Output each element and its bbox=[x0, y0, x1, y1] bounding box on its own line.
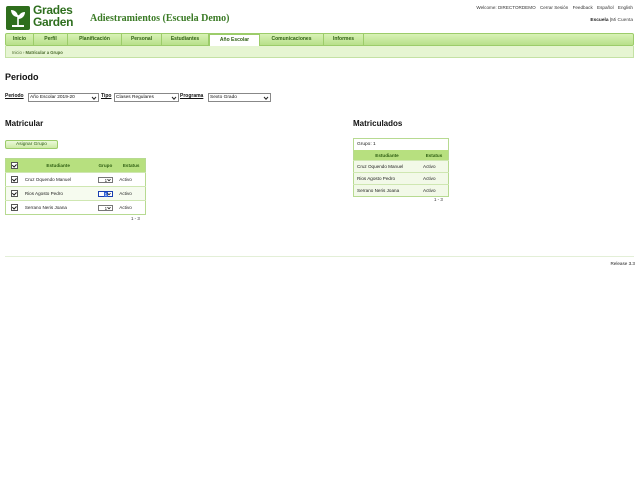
breadcrumb-separator: › bbox=[22, 50, 25, 55]
student-name: Serrano Neris Joana bbox=[353, 184, 420, 197]
table-row: Cruz Oquendo Manuel Activo bbox=[353, 160, 449, 173]
table-row: Serrano Neris Joana 1 Activo bbox=[5, 200, 146, 215]
grupo-cell: 1 bbox=[93, 186, 118, 201]
release-version: Release 3.3 bbox=[610, 261, 635, 266]
chevron-down-icon bbox=[107, 178, 112, 182]
feedback-link[interactable]: Feedback bbox=[573, 5, 593, 10]
tab-inicio[interactable]: Inicio bbox=[6, 34, 34, 45]
student-name: Cruz Oquendo Manuel bbox=[22, 172, 94, 187]
chevron-down-icon bbox=[171, 96, 177, 100]
programa-select[interactable]: Sexto Grado bbox=[208, 93, 271, 102]
table-header-row: Estudiante Grupo Estatus bbox=[5, 158, 146, 173]
programa-filter-label: Programa bbox=[180, 93, 204, 99]
role-mi-cuenta-link[interactable]: Mi Cuenta bbox=[611, 18, 633, 23]
tab-informes[interactable]: Informes bbox=[324, 34, 364, 45]
chevron-down-icon bbox=[91, 96, 97, 100]
logo-wordmark[interactable]: Grades Garden bbox=[33, 4, 74, 29]
chevron-down-icon bbox=[263, 96, 269, 100]
col-estatus[interactable]: Estatus bbox=[117, 158, 146, 173]
row-check-cell bbox=[5, 172, 23, 187]
tab-planificacion[interactable]: Planificación bbox=[68, 34, 122, 45]
role-switcher: Escuela |Mi Cuenta bbox=[590, 18, 633, 23]
chevron-down-icon bbox=[107, 206, 112, 210]
status-text: Activo bbox=[117, 200, 146, 215]
periodo-select[interactable]: Año Escolar 2019-20 bbox=[28, 93, 99, 102]
welcome-text: Welcome: DIRECTORDEMO bbox=[476, 5, 536, 10]
select-all-cell bbox=[5, 158, 23, 173]
matriculados-pagination: 1 - 3 bbox=[434, 197, 443, 202]
col-estudiante[interactable]: Estudiante bbox=[22, 158, 94, 173]
main-nav: Inicio Perfil Planificación Personal Est… bbox=[5, 33, 634, 47]
tipo-filter-label: Tipo bbox=[101, 93, 112, 99]
tipo-select-value: Clases Regulares bbox=[116, 95, 154, 100]
status-text: Activo bbox=[420, 160, 449, 173]
student-name: Serrano Neris Joana bbox=[22, 200, 94, 215]
english-link[interactable]: English bbox=[618, 5, 633, 10]
programa-select-value: Sexto Grado bbox=[210, 95, 237, 100]
row-checkbox[interactable] bbox=[10, 176, 18, 183]
row-check-cell bbox=[5, 186, 23, 201]
status-text: Activo bbox=[117, 186, 146, 201]
status-text: Activo bbox=[420, 184, 449, 197]
logout-link[interactable]: Cerrar Sesión bbox=[540, 5, 568, 10]
table-row: Serrano Neris Joana Activo bbox=[353, 184, 449, 197]
student-name: Rios Agosto Pedro bbox=[353, 172, 420, 185]
matricular-table: Estudiante Grupo Estatus Cruz Oquendo Ma… bbox=[5, 158, 146, 215]
row-check-cell bbox=[5, 200, 23, 215]
student-name: Cruz Oquendo Manuel bbox=[353, 160, 420, 173]
row-checkbox[interactable] bbox=[10, 190, 18, 197]
matricular-heading: Matricular bbox=[5, 119, 44, 128]
tipo-select[interactable]: Clases Regulares bbox=[114, 93, 179, 102]
table-row: Cruz Oquendo Manuel 1 Activo bbox=[5, 172, 146, 187]
tab-perfil[interactable]: Perfil bbox=[34, 34, 68, 45]
breadcrumb-current: Matricular a Grupo bbox=[25, 50, 63, 55]
logo-icon[interactable] bbox=[6, 6, 30, 30]
tab-estudiantes[interactable]: Estudiantes bbox=[162, 34, 209, 45]
grupo-cell: 1 bbox=[93, 200, 118, 215]
periodo-select-value: Año Escolar 2019-20 bbox=[30, 95, 75, 100]
matricular-pagination: 1 - 3 bbox=[131, 216, 140, 221]
student-name: Rios Agosto Pedro bbox=[22, 186, 94, 201]
group-label: Grupo: 1 bbox=[353, 138, 449, 150]
grupo-cell: 1 bbox=[93, 172, 118, 187]
assign-group-button[interactable]: Asignar Grupo bbox=[5, 140, 58, 149]
chevron-down-icon bbox=[107, 192, 112, 196]
group-row: Grupo: 1 bbox=[353, 138, 449, 150]
logo-line2: Garden bbox=[33, 15, 74, 29]
col-estatus[interactable]: Estatus bbox=[420, 150, 449, 161]
grupo-select[interactable]: 1 bbox=[97, 190, 113, 197]
grupo-select[interactable]: 1 bbox=[97, 176, 113, 183]
matriculados-table: Grupo: 1 Estudiante Estatus Cruz Oquendo… bbox=[353, 138, 449, 197]
tab-comunicaciones[interactable]: Comunicaciones bbox=[260, 34, 324, 45]
breadcrumb: Inicio › Matricular a Grupo bbox=[12, 50, 63, 55]
periodo-filter-label: Periodo bbox=[5, 93, 24, 99]
subnav-bar bbox=[5, 46, 634, 58]
matriculados-heading: Matriculados bbox=[353, 119, 403, 128]
periodo-heading: Periodo bbox=[5, 72, 39, 82]
row-checkbox[interactable] bbox=[10, 204, 18, 211]
col-estudiante[interactable]: Estudiante bbox=[353, 150, 420, 161]
grupo-select[interactable]: 1 bbox=[97, 204, 113, 211]
col-grupo[interactable]: Grupo bbox=[93, 158, 118, 173]
table-header-row: Estudiante Estatus bbox=[353, 150, 449, 161]
app-title: Adiestramientos (Escuela Demo) bbox=[90, 13, 230, 24]
table-row: Rios Agosto Pedro 1 Activo bbox=[5, 186, 146, 201]
footer-divider bbox=[5, 256, 634, 257]
status-text: Activo bbox=[420, 172, 449, 185]
tab-personal[interactable]: Personal bbox=[122, 34, 162, 45]
breadcrumb-home[interactable]: Inicio bbox=[12, 50, 22, 55]
spanish-link[interactable]: Español bbox=[597, 5, 614, 10]
role-escuela-link[interactable]: Escuela bbox=[590, 18, 608, 23]
top-links: Welcome: DIRECTORDEMO Cerrar Sesión Feed… bbox=[473, 5, 633, 10]
status-text: Activo bbox=[117, 172, 146, 187]
table-row: Rios Agosto Pedro Activo bbox=[353, 172, 449, 185]
select-all-checkbox[interactable] bbox=[10, 162, 18, 169]
